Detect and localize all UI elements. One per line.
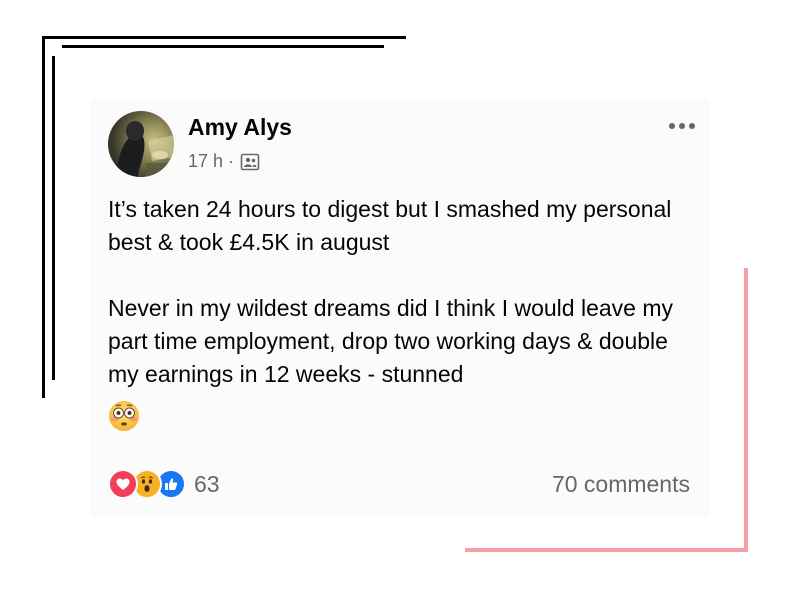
frame-line-left-inner [52, 56, 55, 380]
flushed-face-emoji [108, 400, 140, 437]
post-paragraph-1: It’s taken 24 hours to digest but I smas… [108, 196, 672, 255]
frame-line-left-outer [42, 36, 45, 398]
avatar-photo [116, 121, 174, 177]
post-body: It’s taken 24 hours to digest but I smas… [108, 193, 698, 391]
ellipsis-icon [669, 123, 695, 129]
post-paragraph-2: Never in my wildest dreams did I think I… [108, 295, 673, 387]
post-meta: 17 h · [188, 151, 260, 172]
friends-audience-icon[interactable] [240, 152, 260, 172]
avatar[interactable] [108, 111, 174, 177]
post-card: Amy Alys 17 h · It’s taken 24 hours to d… [90, 98, 710, 518]
frame-line-pink-bottom [465, 548, 748, 552]
reactions-summary[interactable]: 63 [108, 469, 220, 499]
post-timestamp[interactable]: 17 h [188, 151, 223, 172]
author-name[interactable]: Amy Alys [188, 114, 292, 141]
love-reaction-icon [108, 469, 138, 499]
frame-line-top-outer [42, 36, 406, 39]
reaction-icons [108, 469, 186, 499]
page: Amy Alys 17 h · It’s taken 24 hours to d… [0, 0, 800, 600]
reaction-count: 63 [194, 470, 220, 497]
meta-separator: · [228, 151, 235, 171]
more-options-button[interactable] [662, 114, 702, 138]
frame-line-pink-right [744, 268, 748, 552]
comments-count-link[interactable]: 70 comments [552, 471, 690, 498]
frame-line-top-inner [62, 45, 384, 48]
